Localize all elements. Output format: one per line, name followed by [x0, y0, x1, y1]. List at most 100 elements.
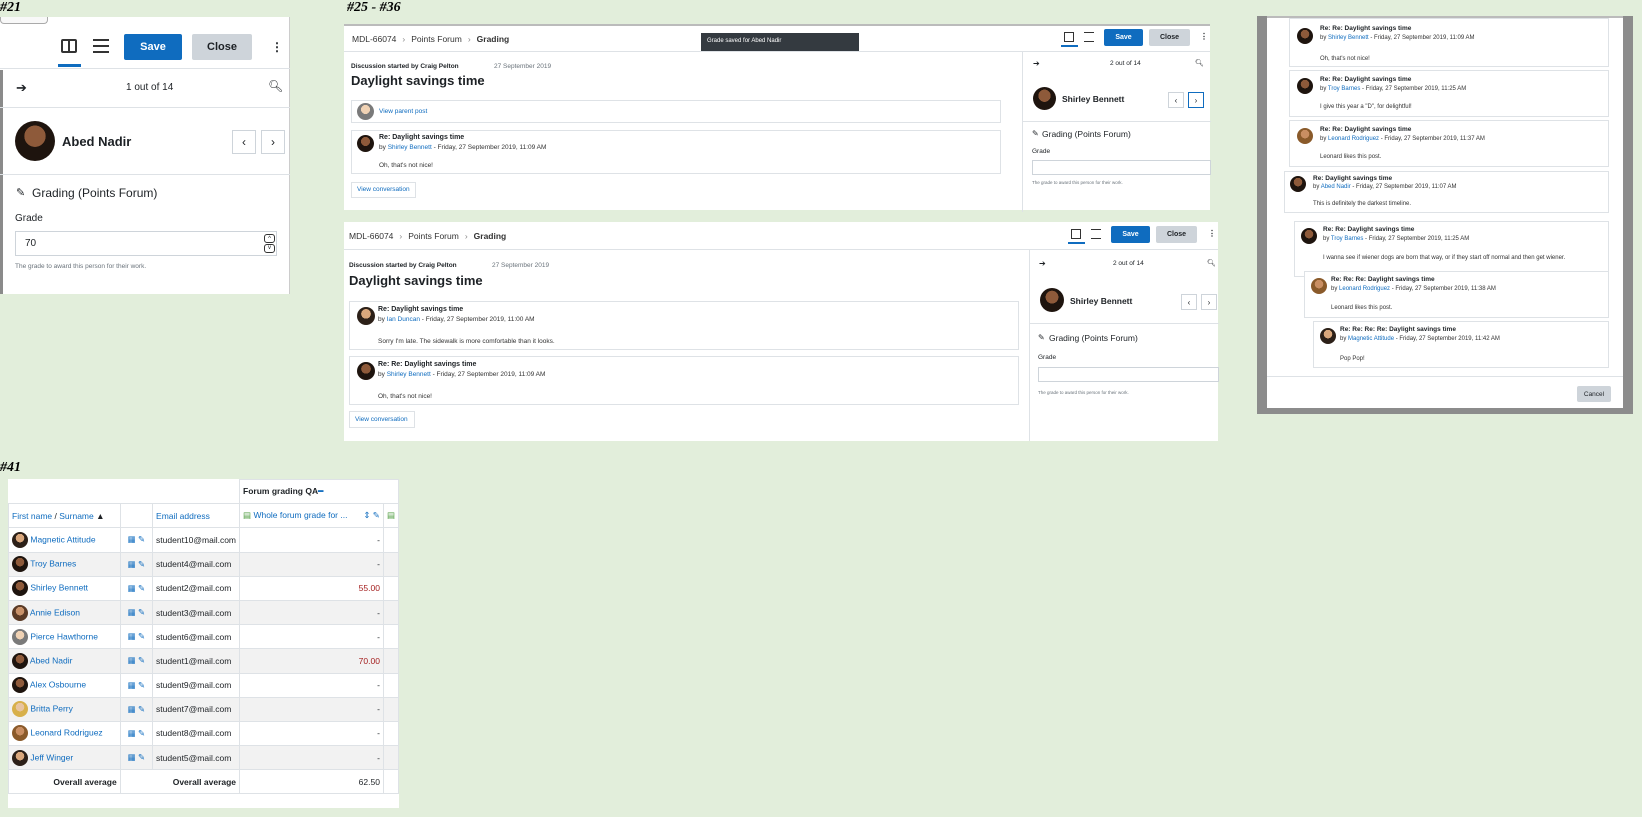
expand-grading-icon[interactable]	[1084, 32, 1094, 42]
expand-grading-icon[interactable]	[1091, 229, 1101, 239]
student-name-link[interactable]: Abed Nadir	[30, 655, 73, 665]
row-action-icons[interactable]: ▦ ✎	[119, 696, 154, 722]
next-user-button[interactable]: ›	[1188, 92, 1204, 108]
collapse-grading-icon[interactable]	[61, 39, 77, 53]
close-button[interactable]: Close	[1156, 226, 1197, 243]
student-name-link[interactable]: Leonard Rodriguez	[30, 728, 102, 738]
view-conversation-button[interactable]: View conversation	[351, 182, 416, 198]
breadcrumb-course[interactable]: MDL-66074	[349, 231, 393, 241]
grade-pane: ➔ 2 out of 14 🔍︎ Shirley Bennett ‹ › ✎ G…	[1022, 52, 1211, 212]
search-icon[interactable]: 🔍︎	[268, 79, 283, 93]
close-button[interactable]: Close	[1149, 29, 1190, 46]
post-author-link[interactable]: Shirley Bennett	[1328, 35, 1369, 41]
grade-input[interactable]	[1032, 160, 1211, 175]
post-title: Re: Re: Re: Re: Daylight savings time	[1340, 326, 1456, 333]
more-menu-icon[interactable]: ⋮	[1208, 229, 1216, 238]
more-menu-icon[interactable]: ⋮	[271, 40, 283, 54]
post-author-link[interactable]: Magnetic Attitude	[1348, 336, 1394, 342]
divider	[0, 174, 290, 175]
arrow-right-icon[interactable]: ➔	[16, 80, 27, 96]
grade-cell[interactable]: -	[239, 551, 384, 577]
student-name-link[interactable]: Pierce Hawthorne	[30, 631, 98, 641]
sort-firstname-link[interactable]: First name	[12, 511, 52, 521]
grade-cell[interactable]: -	[239, 527, 384, 553]
breadcrumb-forum[interactable]: Points Forum	[411, 34, 462, 44]
search-icon[interactable]: 🔍︎	[1195, 59, 1204, 67]
breadcrumb-course[interactable]: MDL-66074	[352, 34, 396, 44]
grade-cell[interactable]: -	[239, 745, 384, 771]
student-name-link[interactable]: Magnetic Attitude	[30, 534, 95, 544]
row-action-icons[interactable]: ▦ ✎	[119, 575, 154, 601]
student-name-link[interactable]: Troy Barnes	[30, 558, 76, 568]
overflow-cell	[382, 672, 399, 698]
post-author-link[interactable]: Troy Barnes	[1331, 236, 1363, 242]
sort-email-link[interactable]: Email address	[156, 511, 210, 521]
previous-user-button[interactable]: ‹	[232, 130, 256, 154]
next-user-button[interactable]: ›	[261, 130, 285, 154]
search-icon[interactable]: 🔍︎	[1207, 259, 1216, 267]
save-button[interactable]: Save	[1111, 226, 1150, 243]
student-name-link[interactable]: Shirley Bennett	[30, 583, 88, 593]
cancel-button[interactable]: Cancel	[1577, 386, 1611, 402]
row-action-icons[interactable]: ▦ ✎	[119, 720, 154, 747]
student-name-link[interactable]: Annie Edison	[30, 607, 80, 617]
save-button[interactable]: Save	[124, 34, 182, 60]
row-action-icons[interactable]: ▦ ✎	[119, 672, 154, 698]
row-action-icons[interactable]: ▦ ✎	[119, 648, 154, 674]
grade-item-link[interactable]: Whole forum grade for ...	[253, 510, 347, 520]
student-name-link[interactable]: Britta Perry	[30, 704, 73, 714]
arrow-right-icon[interactable]: ➔	[1039, 259, 1046, 268]
post-author-link[interactable]: Abed Nadir	[1321, 184, 1351, 190]
grader-toolbar: Save Close ⋮	[0, 33, 290, 69]
student-cell: Shirley Bennett	[8, 575, 121, 601]
student-name-link[interactable]: Jeff Winger	[30, 752, 73, 762]
overflow-cell	[382, 648, 399, 674]
post-author-link[interactable]: Ian Duncan	[387, 316, 420, 323]
grade-cell[interactable]: 70.00	[239, 648, 384, 674]
collapse-grading-icon[interactable]	[1064, 32, 1074, 42]
breadcrumb-current: Grading	[476, 34, 510, 44]
row-action-icons[interactable]: ▦ ✎	[119, 551, 154, 577]
grade-cell[interactable]: -	[239, 599, 384, 626]
grade-label: Grade	[1038, 354, 1057, 361]
grade-cell[interactable]: 55.00	[239, 575, 384, 601]
arrow-right-icon[interactable]: ➔	[1033, 59, 1040, 68]
edit-item-icon[interactable]: ⇕ ✎	[363, 510, 380, 521]
spin-down-icon[interactable]: v	[264, 244, 275, 253]
post: Re: Re: Daylight savings time by Shirley…	[1289, 18, 1609, 67]
grade-input[interactable]: 70 ^ v	[15, 231, 277, 256]
row-action-icons[interactable]: ▦ ✎	[119, 527, 154, 553]
avatar	[12, 556, 28, 573]
view-conversation-label: View conversation	[355, 416, 408, 423]
post-author-link[interactable]: Shirley Bennett	[387, 371, 431, 378]
row-action-icons[interactable]: ▦ ✎	[119, 599, 154, 626]
previous-user-button[interactable]: ‹	[1181, 294, 1197, 310]
row-action-icons[interactable]: ▦ ✎	[119, 624, 154, 650]
breadcrumb-forum[interactable]: Points Forum	[408, 231, 459, 241]
row-action-icons[interactable]: ▦ ✎	[119, 745, 154, 771]
expand-grading-icon[interactable]	[93, 39, 109, 53]
view-conversation-button[interactable]: View conversation	[349, 411, 415, 428]
student-name-link[interactable]: Alex Osbourne	[30, 679, 86, 689]
grade-input[interactable]	[1038, 367, 1219, 382]
collapse-grading-icon[interactable]	[1071, 229, 1081, 239]
view-parent-post-link[interactable]: View parent post	[379, 108, 427, 115]
post-body: Oh, that's not nice!	[1320, 56, 1370, 62]
grade-cell[interactable]: -	[239, 720, 384, 747]
grade-cell[interactable]: -	[239, 696, 384, 722]
more-menu-icon[interactable]: ⋮	[1200, 32, 1208, 41]
next-user-button[interactable]: ›	[1201, 294, 1217, 310]
post-author-link[interactable]: Troy Barnes	[1328, 86, 1360, 92]
previous-user-button[interactable]: ‹	[1168, 92, 1184, 108]
grade-cell[interactable]: -	[239, 672, 384, 698]
post-author-link[interactable]: Leonard Rodriguez	[1339, 286, 1390, 292]
grade-cell[interactable]: -	[239, 624, 384, 650]
collapse-category-icon[interactable]: ━	[318, 486, 323, 496]
close-button[interactable]: Close	[192, 34, 252, 60]
post-author-link[interactable]: Leonard Rodriguez	[1328, 136, 1379, 142]
post-author-link[interactable]: Shirley Bennett	[388, 144, 432, 151]
sort-surname-link[interactable]: Surname	[59, 511, 94, 521]
save-button[interactable]: Save	[1104, 29, 1143, 46]
spin-up-icon[interactable]: ^	[264, 234, 275, 243]
started-by: Discussion started by Craig Pelton	[349, 262, 457, 269]
